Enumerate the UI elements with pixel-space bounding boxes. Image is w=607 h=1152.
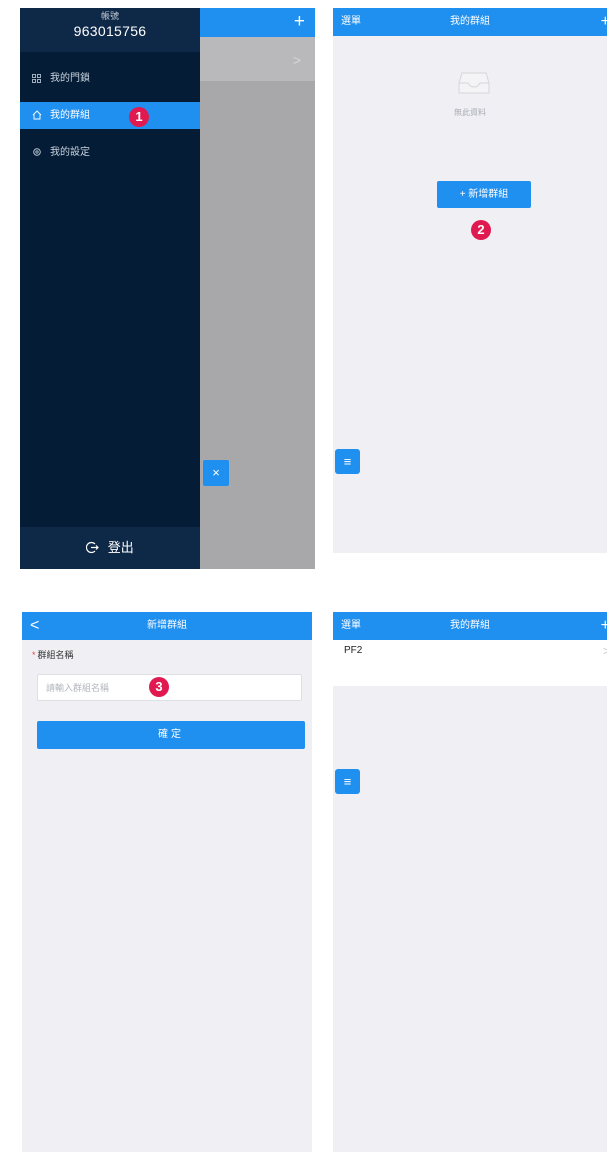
account-header: 帳號 963015756 [20,8,200,52]
group-list-item[interactable]: PF2 > [333,640,607,686]
header-bar: 選單 我的群組 + [333,612,607,640]
menu-fab-button[interactable]: ≡ [335,449,360,474]
background-chevron-right-icon: > [292,52,301,68]
drawer-item-my-groups[interactable]: 我的群組 [20,102,200,129]
page-title: 新增群組 [147,620,187,631]
close-icon: × [212,465,220,480]
group-name-label-text: 群組名稱 [37,650,74,660]
confirm-button[interactable]: 確定 [37,721,305,749]
add-group-button[interactable]: + 新增群組 [437,181,531,208]
step-badge-1: 1 [129,107,149,127]
hamburger-icon: ≡ [343,774,352,789]
add-icon[interactable]: + [601,612,607,640]
menu-fab-button[interactable]: ≡ [335,769,360,794]
drawer-item-label: 我的門鎖 [50,73,90,84]
page-title: 我的群組 [450,620,490,631]
side-drawer: 帳號 963015756 我的門鎖 我的群組 我的設定 登出 [20,8,200,569]
header-bar: < 新增群組 [22,612,312,640]
step-badge-2: 2 [471,220,491,240]
home-icon [32,102,42,131]
account-label: 帳號 [100,11,119,21]
hamburger-icon: ≡ [343,454,352,469]
drawer-item-label: 我的設定 [50,147,90,158]
background-add-icon: + [293,11,305,32]
gear-icon [32,139,42,168]
logout-icon [86,540,108,555]
my-groups-empty-screen: 選單 我的群組 + 無此資料 + 新增群組 2 ≡ [333,8,607,553]
add-group-screen: < 新增群組 *群組名稱 3 確定 [22,612,312,1152]
required-mark: * [32,650,36,660]
drawer-item-label: 我的群組 [50,110,90,121]
page-title: 我的群組 [450,16,490,27]
logout-button[interactable]: 登出 [20,527,200,569]
account-number: 963015756 [73,23,147,39]
close-drawer-button[interactable]: × [203,460,229,486]
header-bar: 選單 我的群組 + [333,8,607,36]
add-icon[interactable]: + [601,8,607,36]
group-name: PF2 [344,645,363,656]
logout-label: 登出 [107,540,134,555]
step-badge-3: 3 [149,677,169,697]
drawer-item-my-locks[interactable]: 我的門鎖 [20,65,200,92]
empty-state-text: 無此資料 [454,108,486,117]
chevron-right-icon: > [602,644,607,658]
drawer-item-my-settings[interactable]: 我的設定 [20,139,200,166]
grid-icon [32,65,41,94]
group-name-input[interactable] [37,674,302,701]
my-groups-list-screen: 選單 我的群組 + PF2 > ≡ [333,612,607,1152]
drawer-screen: + > 帳號 963015756 我的門鎖 我的群組 我的設定 登出 × 1 [20,8,315,569]
empty-inbox-icon [458,72,490,94]
group-name-label: * 群組名稱 [32,648,74,661]
